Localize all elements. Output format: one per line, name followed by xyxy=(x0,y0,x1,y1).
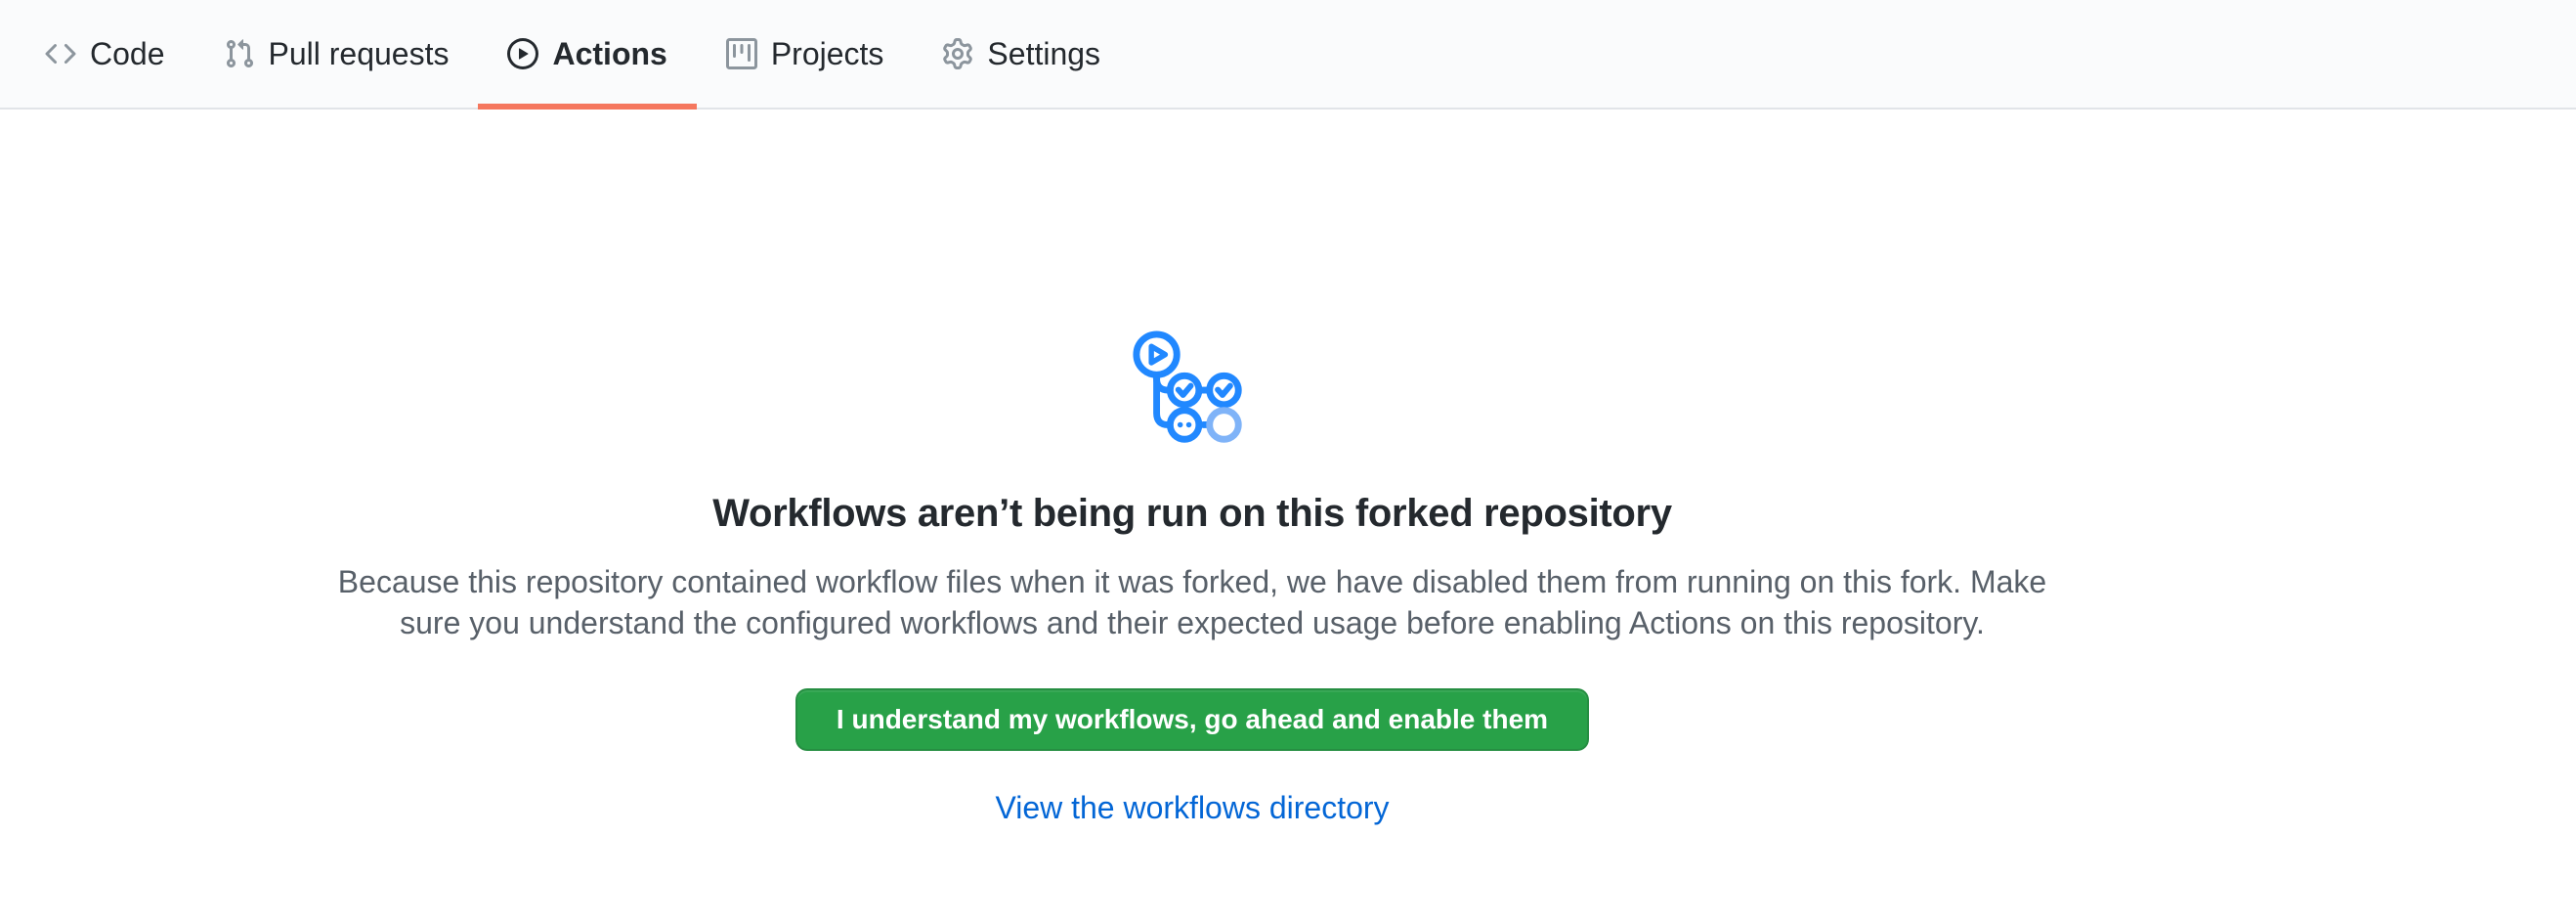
code-icon xyxy=(45,38,76,69)
tab-settings[interactable]: Settings xyxy=(913,0,1130,108)
git-pull-request-icon xyxy=(224,38,255,69)
tab-projects[interactable]: Projects xyxy=(697,0,914,108)
repo-tab-bar: Code Pull requests Actions Projects Sett xyxy=(0,0,2576,110)
enable-workflows-button[interactable]: I understand my workflows, go ahead and … xyxy=(795,688,1589,751)
gear-icon xyxy=(942,38,973,69)
tab-pull-requests[interactable]: Pull requests xyxy=(194,0,479,108)
tab-settings-label: Settings xyxy=(987,38,1100,69)
blankslate-description: Because this repository contained workfl… xyxy=(322,561,2062,643)
project-board-icon xyxy=(726,38,757,69)
page-title: Workflows aren’t being run on this forke… xyxy=(0,492,2384,536)
view-workflows-directory-link[interactable]: View the workflows directory xyxy=(995,790,1389,825)
actions-blankslate-page: Workflows aren’t being run on this forke… xyxy=(0,110,2576,826)
workflows-link-row: View the workflows directory xyxy=(0,790,2384,826)
play-circle-icon xyxy=(507,38,538,69)
tab-actions[interactable]: Actions xyxy=(478,0,696,108)
tab-projects-label: Projects xyxy=(771,38,884,69)
tab-actions-label: Actions xyxy=(552,38,666,69)
workflow-graph-icon xyxy=(1130,330,1255,446)
tab-pull-requests-label: Pull requests xyxy=(269,38,450,69)
tab-code-label: Code xyxy=(90,38,165,69)
blankslate: Workflows aren’t being run on this forke… xyxy=(0,110,2384,826)
tab-code[interactable]: Code xyxy=(16,0,194,108)
repo-tabs: Code Pull requests Actions Projects Sett xyxy=(16,0,1130,108)
